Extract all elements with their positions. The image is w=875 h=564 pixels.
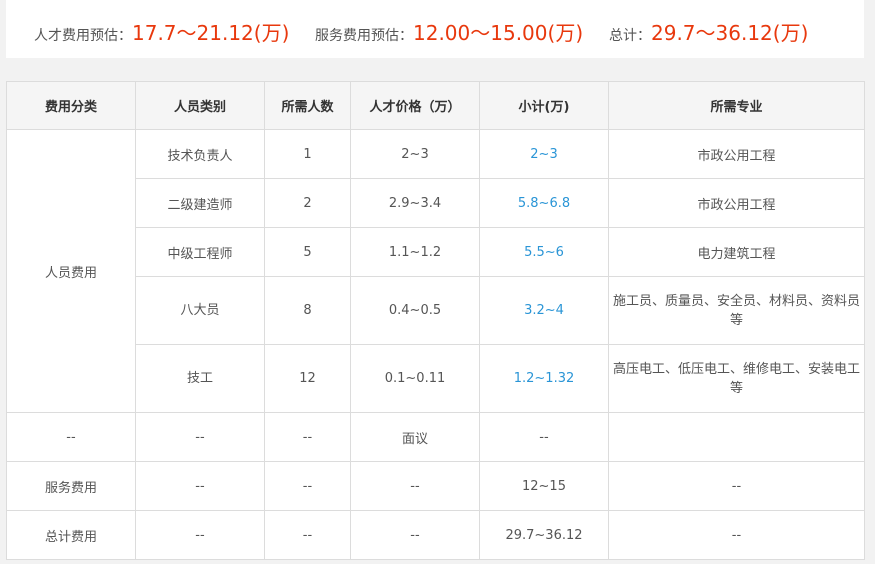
service-fee-label: 服务费用预估： [315,28,413,44]
subtotal-cell: 2~3 [479,129,609,179]
table-row: -- -- -- 面议 -- [6,412,865,462]
subtotal-cell: 5.8~6.8 [479,178,609,228]
header-count: 所需人数 [264,81,351,130]
count-cell: 2 [264,178,351,228]
price-cell: 2.9~3.4 [350,178,480,228]
table-row: 服务费用 -- -- -- 12~15 -- [6,461,865,511]
negotiable-type-cell: -- [135,412,265,462]
count-cell: 1 [264,129,351,179]
total-subtotal-cell: 29.7~36.12 [479,510,609,560]
personnel-type-cell: 技工 [135,344,265,413]
total-fee-label: 总计： [609,28,651,44]
header-required-major: 所需专业 [608,81,865,130]
negotiable-price-cell: 面议 [350,412,480,462]
service-price-cell: -- [350,461,480,511]
negotiable-category-cell: -- [6,412,136,462]
service-category-cell: 服务费用 [6,461,136,511]
table-header-row: 费用分类 人员类别 所需人数 人才价格（万） 小计(万) 所需专业 [6,81,865,130]
subtotal-cell: 3.2~4 [479,276,609,345]
price-cell: 2~3 [350,129,480,179]
major-cell: 市政公用工程 [608,129,865,179]
header-subtotal: 小计(万) [479,81,609,130]
count-cell: 12 [264,344,351,413]
major-cell: 高压电工、低压电工、维修电工、安装电工等 [608,344,865,413]
count-cell: 8 [264,276,351,345]
total-fee-value: 29.7～36.12(万) [651,21,809,45]
total-type-cell: -- [135,510,265,560]
total-price-cell: -- [350,510,480,560]
personnel-category-cell: 人员费用 [6,129,136,413]
talent-fee-value: 17.7～21.12(万) [132,21,290,45]
negotiable-major-cell [608,412,865,462]
header-personnel-type: 人员类别 [135,81,265,130]
total-category-cell: 总计费用 [6,510,136,560]
total-count-cell: -- [264,510,351,560]
major-cell: 市政公用工程 [608,178,865,228]
service-count-cell: -- [264,461,351,511]
personnel-type-cell: 技术负责人 [135,129,265,179]
personnel-type-cell: 二级建造师 [135,178,265,228]
personnel-type-cell: 八大员 [135,276,265,345]
talent-fee-estimate: 人才费用预估： 17.7～21.12(万) [34,17,289,46]
header-talent-price: 人才价格（万） [350,81,480,130]
personnel-type-cell: 中级工程师 [135,227,265,277]
talent-fee-label: 人才费用预估： [34,28,132,44]
header-fee-category: 费用分类 [6,81,136,130]
table-row: 人员费用 技术负责人 1 2~3 2~3 市政公用工程 [6,129,865,413]
negotiable-count-cell: -- [264,412,351,462]
major-cell: 施工员、质量员、安全员、材料员、资料员等 [608,276,865,345]
total-major-cell: -- [608,510,865,560]
service-type-cell: -- [135,461,265,511]
fee-breakdown-table: 费用分类 人员类别 所需人数 人才价格（万） 小计(万) 所需专业 人员费用 技… [6,81,865,560]
service-major-cell: -- [608,461,865,511]
subtotal-cell: 1.2~1.32 [479,344,609,413]
table-row: 八大员 8 0.4~0.5 3.2~4 施工员、质量员、安全员、材料员、资料员等 [7,276,865,345]
table-row: 总计费用 -- -- -- 29.7~36.12 -- [6,510,865,560]
total-fee-estimate: 总计： 29.7～36.12(万) [609,17,808,46]
table-row: 二级建造师 2 2.9~3.4 5.8~6.8 市政公用工程 [7,178,865,228]
fee-summary-bar: 人才费用预估： 17.7～21.12(万) 服务费用预估： 12.00～15.0… [6,0,864,58]
service-fee-value: 12.00～15.00(万) [413,21,584,45]
table-row: 中级工程师 5 1.1~1.2 5.5~6 电力建筑工程 [7,227,865,277]
price-cell: 0.4~0.5 [350,276,480,345]
price-cell: 0.1~0.11 [350,344,480,413]
negotiable-subtotal-cell: -- [479,412,609,462]
fee-table-container: 费用分类 人员类别 所需人数 人才价格（万） 小计(万) 所需专业 人员费用 技… [6,81,865,560]
service-fee-estimate: 服务费用预估： 12.00～15.00(万) [315,17,583,46]
price-cell: 1.1~1.2 [350,227,480,277]
table-row: 技工 12 0.1~0.11 1.2~1.32 高压电工、低压电工、维修电工、安… [7,344,865,413]
major-cell: 电力建筑工程 [608,227,865,277]
service-subtotal-cell: 12~15 [479,461,609,511]
subtotal-cell: 5.5~6 [479,227,609,277]
count-cell: 5 [264,227,351,277]
